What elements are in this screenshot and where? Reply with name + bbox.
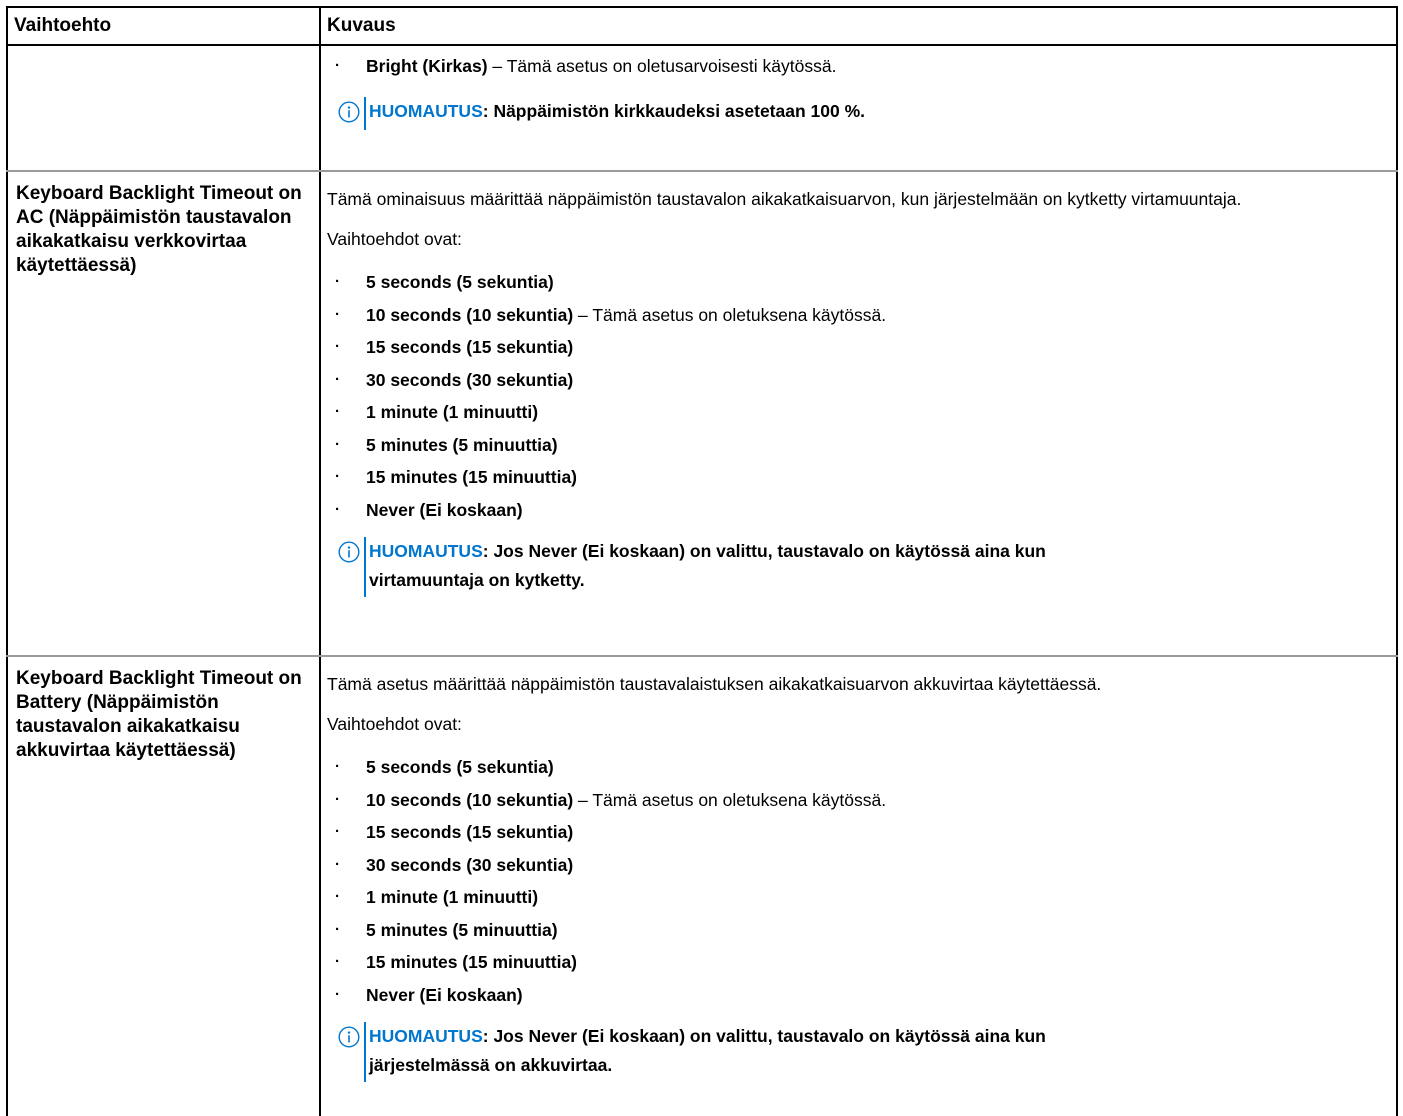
- option-name: 5 minutes (5 minuuttia): [366, 434, 558, 455]
- list-item: · 15 minutes (15 minuuttia): [327, 946, 1380, 979]
- note: HUOMAUTUS: Jos Never (Ei koskaan) on val…: [327, 1022, 1380, 1082]
- option-name: 15 seconds (15 sekuntia): [366, 822, 574, 842]
- bullet-dot: ·: [335, 855, 340, 873]
- option-name: 5 minutes (5 minuuttia): [366, 919, 558, 940]
- option-cell: Keyboard Backlight Timeout on Battery (N…: [6, 655, 321, 1116]
- bullet-dot: ·: [335, 500, 340, 518]
- note-text: HUOMAUTUS: Jos Never (Ei koskaan) on val…: [369, 1022, 1380, 1080]
- options-intro: Vaihtoehdot ovat:: [327, 714, 462, 734]
- option-name: Bright (Kirkas): [366, 56, 488, 76]
- info-circle-icon: [338, 100, 360, 123]
- info-circle-icon: [338, 541, 360, 563]
- note-message: : Jos Never (Ei koskaan) on valittu, tau…: [482, 1026, 1046, 1046]
- bullet-dot: ·: [335, 953, 340, 970]
- note-message-line2: virtamuuntaja on kytketty.: [369, 570, 585, 590]
- list-item: · 10 seconds (10 sekuntia) – Tämä asetus …: [327, 299, 1380, 332]
- option-suffix: – Tämä asetus on oletuksena käytössä.: [573, 304, 887, 325]
- option-name: 15 minutes (15 minuuttia): [366, 952, 578, 972]
- note-bar: [364, 1022, 366, 1082]
- bullet-dot: ·: [335, 823, 340, 840]
- note-bar: [364, 96, 366, 130]
- table-row: Keyboard Backlight Timeout on AC (Näppäi…: [6, 170, 1398, 657]
- option-suffix: – Tämä asetus on oletuksena käytössä.: [573, 789, 887, 810]
- list-item: · 30 seconds (30 sekuntia): [327, 364, 1380, 397]
- note-bar: [364, 537, 366, 597]
- option-cell: Keyboard Backlight Timeout on AC (Näppäi…: [6, 170, 321, 657]
- options-list: · Bright (Kirkas) – Tämä asetus on oletus…: [327, 50, 1380, 83]
- list-item: · 15 seconds (15 sekuntia): [327, 331, 1380, 364]
- list-item: · 5 minutes (5 minuuttia): [327, 429, 1380, 462]
- note-text: HUOMAUTUS: Näppäimistön kirkkaudeksi ase…: [369, 97, 1380, 126]
- note: HUOMAUTUS: Jos Never (Ei koskaan) on val…: [327, 537, 1380, 597]
- option-name: 30 seconds (30 sekuntia): [366, 854, 574, 875]
- list-item: · Never (Ei koskaan): [327, 979, 1380, 1012]
- table-header-row: Vaihtoehto Kuvaus: [6, 6, 1398, 46]
- bullet-dot: ·: [335, 370, 340, 388]
- table-row: · Bright (Kirkas) – Tämä asetus on oletus…: [6, 44, 1398, 172]
- list-item: · 1 minute (1 minuutti): [327, 881, 1380, 914]
- option-name: 1 minute (1 minuutti): [366, 887, 539, 907]
- note-keyword: HUOMAUTUS: [369, 1026, 483, 1046]
- info-circle-icon: [338, 1026, 360, 1048]
- note-message: : Jos Never (Ei koskaan) on valittu, tau…: [482, 541, 1046, 561]
- option-name: Never (Ei koskaan): [366, 984, 523, 1005]
- description-text: Tämä ominaisuus määrittää näppäimistön t…: [327, 189, 1242, 209]
- note-text: HUOMAUTUS: Jos Never (Ei koskaan) on val…: [369, 537, 1380, 595]
- options-list: · 5 seconds (5 sekuntia) · 10 seconds (10 …: [327, 751, 1380, 1011]
- bullet-dot: ·: [335, 435, 340, 453]
- bullet-dot: ·: [335, 758, 340, 775]
- settings-table: Vaihtoehto Kuvaus · Bright (Kirkas) – Täm…: [6, 6, 1398, 1116]
- options-list: · 5 seconds (5 sekuntia) · 10 seconds (10 …: [327, 266, 1380, 526]
- bullet-dot: ·: [335, 57, 340, 74]
- description-cell: Tämä asetus määrittää näppäimistön taust…: [319, 655, 1398, 1116]
- header-option: Vaihtoehto: [6, 6, 321, 46]
- bullet-dot: ·: [335, 888, 340, 905]
- description-text: Tämä asetus määrittää näppäimistön taust…: [327, 674, 1102, 694]
- list-item: · 15 minutes (15 minuuttia): [327, 461, 1380, 494]
- note: HUOMAUTUS: Näppäimistön kirkkaudeksi ase…: [327, 96, 1380, 130]
- option-name: 1 minute (1 minuutti): [366, 402, 539, 422]
- bullet-dot: ·: [335, 920, 340, 938]
- bullet-dot: ·: [335, 338, 340, 355]
- list-item: · 15 seconds (15 sekuntia): [327, 816, 1380, 849]
- options-intro: Vaihtoehdot ovat:: [327, 229, 462, 249]
- option-name: 15 seconds (15 sekuntia): [366, 337, 574, 357]
- option-name: 15 minutes (15 minuuttia): [366, 467, 578, 487]
- option-suffix: – Tämä asetus on oletusarvoisesti käytös…: [487, 56, 837, 76]
- bullet-dot: ·: [335, 985, 340, 1003]
- bullet-dot: ·: [335, 403, 340, 420]
- note-keyword: HUOMAUTUS: [369, 541, 483, 561]
- list-item: · 5 seconds (5 sekuntia): [327, 751, 1380, 784]
- bullet-dot: ·: [335, 790, 340, 808]
- list-item: · 30 seconds (30 sekuntia): [327, 849, 1380, 882]
- header-description: Kuvaus: [319, 6, 1398, 46]
- note-message-line2: järjestelmässä on akkuvirtaa.: [369, 1055, 613, 1075]
- note-message: : Näppäimistön kirkkaudeksi asetetaan 10…: [482, 100, 865, 121]
- description-cell: · Bright (Kirkas) – Tämä asetus on oletus…: [319, 44, 1398, 172]
- description-cell: Tämä ominaisuus määrittää näppäimistön t…: [319, 170, 1398, 657]
- list-item: · 10 seconds (10 sekuntia) – Tämä asetus …: [327, 784, 1380, 817]
- option-name: 30 seconds (30 sekuntia): [366, 369, 574, 390]
- bullet-dot: ·: [335, 468, 340, 485]
- bullet-dot: ·: [335, 305, 340, 323]
- list-item: · Never (Ei koskaan): [327, 494, 1380, 527]
- list-item: · Bright (Kirkas) – Tämä asetus on oletus…: [327, 50, 1380, 83]
- option-name: Never (Ei koskaan): [366, 499, 523, 520]
- option-name: 10 seconds (10 sekuntia): [366, 789, 574, 810]
- list-item: · 1 minute (1 minuutti): [327, 396, 1380, 429]
- option-name: 5 seconds (5 sekuntia): [366, 272, 554, 292]
- list-item: · 5 seconds (5 sekuntia): [327, 266, 1380, 299]
- note-keyword: HUOMAUTUS: [369, 100, 483, 121]
- option-name: 5 seconds (5 sekuntia): [366, 757, 554, 777]
- option-name: 10 seconds (10 sekuntia): [366, 304, 574, 325]
- table-row: Keyboard Backlight Timeout on Battery (N…: [6, 655, 1398, 1116]
- bullet-dot: ·: [335, 273, 340, 290]
- option-cell: [6, 44, 321, 172]
- list-item: · 5 minutes (5 minuuttia): [327, 914, 1380, 947]
